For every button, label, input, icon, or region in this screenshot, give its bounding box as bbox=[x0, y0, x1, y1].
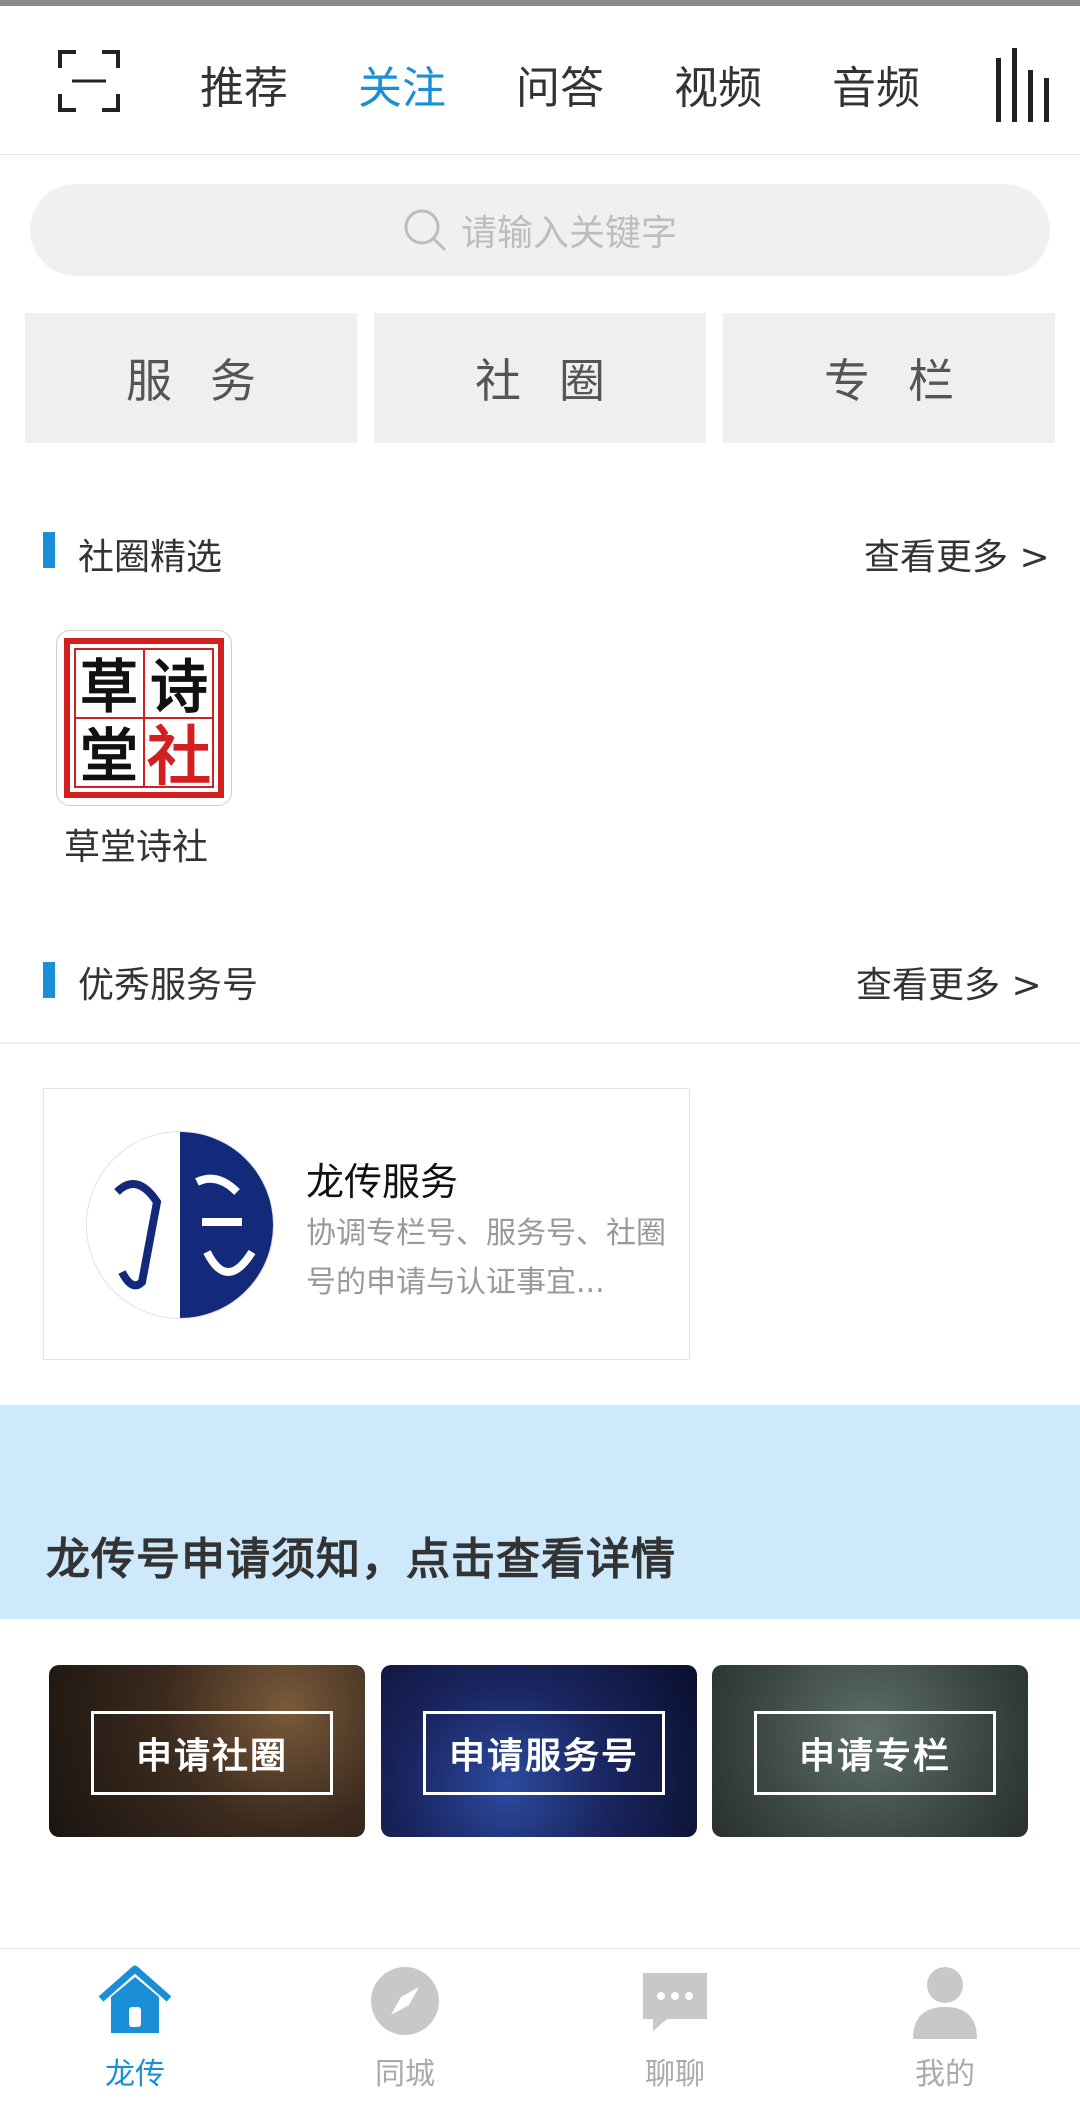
tab-follow[interactable]: 关注 bbox=[358, 52, 446, 116]
search-bar[interactable]: 请输入关键字 bbox=[30, 184, 1050, 276]
channel-tabs: 推荐 关注 问答 视频 音频 bbox=[200, 34, 990, 134]
category-column-button[interactable]: 专栏 bbox=[723, 313, 1055, 443]
services-section-title: 优秀服务号 bbox=[78, 965, 259, 1006]
nav-item-city[interactable]: 同城 bbox=[305, 1949, 505, 2104]
compass-icon bbox=[371, 1967, 439, 2035]
search-placeholder: 请输入关键字 bbox=[460, 213, 677, 254]
menu-bars-icon[interactable] bbox=[994, 48, 1054, 122]
apply-service-label: 申请服务号 bbox=[423, 1711, 665, 1795]
apply-column-tile[interactable]: 申请专栏 bbox=[712, 1665, 1028, 1837]
section-marker bbox=[43, 962, 55, 998]
service-card[interactable]: 龙传服务 协调专栏号、服务号、社圈号的申请与认证事宜... bbox=[43, 1088, 690, 1360]
nav-item-chat[interactable]: 聊聊 bbox=[575, 1949, 775, 2104]
svg-text:草: 草 bbox=[80, 653, 138, 721]
circle-logo-caotang[interactable]: 草 诗 堂 社 bbox=[56, 630, 232, 806]
service-logo bbox=[86, 1131, 274, 1319]
circles-more-link[interactable]: 查看更多 > bbox=[864, 528, 1050, 580]
tab-video[interactable]: 视频 bbox=[674, 52, 762, 116]
top-nav-bar: 推荐 关注 问答 视频 音频 bbox=[0, 6, 1080, 155]
nav-item-profile[interactable]: 我的 bbox=[845, 1949, 1045, 2104]
circles-section-title: 社圈精选 bbox=[78, 537, 223, 578]
nav-label-profile: 我的 bbox=[915, 2057, 975, 2092]
tab-recommend[interactable]: 推荐 bbox=[200, 52, 288, 116]
apply-circle-label: 申请社圈 bbox=[91, 1711, 333, 1795]
seal-logo-icon bbox=[87, 1132, 273, 1318]
tab-qa[interactable]: 问答 bbox=[516, 52, 604, 116]
apply-circle-tile[interactable]: 申请社圈 bbox=[49, 1665, 365, 1837]
seal-logo-icon: 草 诗 堂 社 bbox=[64, 638, 224, 798]
nav-label-chat: 聊聊 bbox=[645, 2057, 705, 2092]
services-more-link[interactable]: 查看更多 > bbox=[856, 956, 1042, 1008]
service-description: 协调专栏号、服务号、社圈号的申请与认证事宜... bbox=[306, 1216, 666, 1300]
user-icon bbox=[913, 1967, 977, 2039]
divider bbox=[0, 1042, 1080, 1044]
svg-text:堂: 堂 bbox=[80, 722, 138, 790]
notice-text: 龙传号申请须知，点击查看详情 bbox=[46, 1534, 676, 1585]
search-icon bbox=[404, 209, 447, 252]
svg-text:社: 社 bbox=[147, 720, 211, 795]
apply-column-label: 申请专栏 bbox=[754, 1711, 996, 1795]
tab-audio[interactable]: 音频 bbox=[832, 52, 920, 116]
nav-label-home: 龙传 bbox=[105, 2057, 165, 2092]
scan-icon[interactable] bbox=[58, 50, 120, 112]
apply-service-tile[interactable]: 申请服务号 bbox=[381, 1665, 697, 1837]
application-notice-banner[interactable]: 龙传号申请须知，点击查看详情 bbox=[0, 1405, 1080, 1619]
section-marker bbox=[43, 532, 55, 568]
service-name: 龙传服务 bbox=[306, 1160, 459, 1204]
category-service-button[interactable]: 服务 bbox=[25, 313, 357, 443]
chat-icon bbox=[643, 1973, 707, 2031]
svg-text:诗: 诗 bbox=[150, 653, 208, 721]
nav-label-city: 同城 bbox=[375, 2057, 435, 2092]
bottom-nav-bar: 龙传 同城 聊聊 我的 bbox=[0, 1948, 1080, 2104]
home-icon bbox=[98, 1965, 172, 2033]
nav-item-home[interactable]: 龙传 bbox=[35, 1949, 235, 2104]
category-circle-button[interactable]: 社圈 bbox=[374, 313, 706, 443]
circle-name[interactable]: 草堂诗社 bbox=[64, 818, 208, 870]
